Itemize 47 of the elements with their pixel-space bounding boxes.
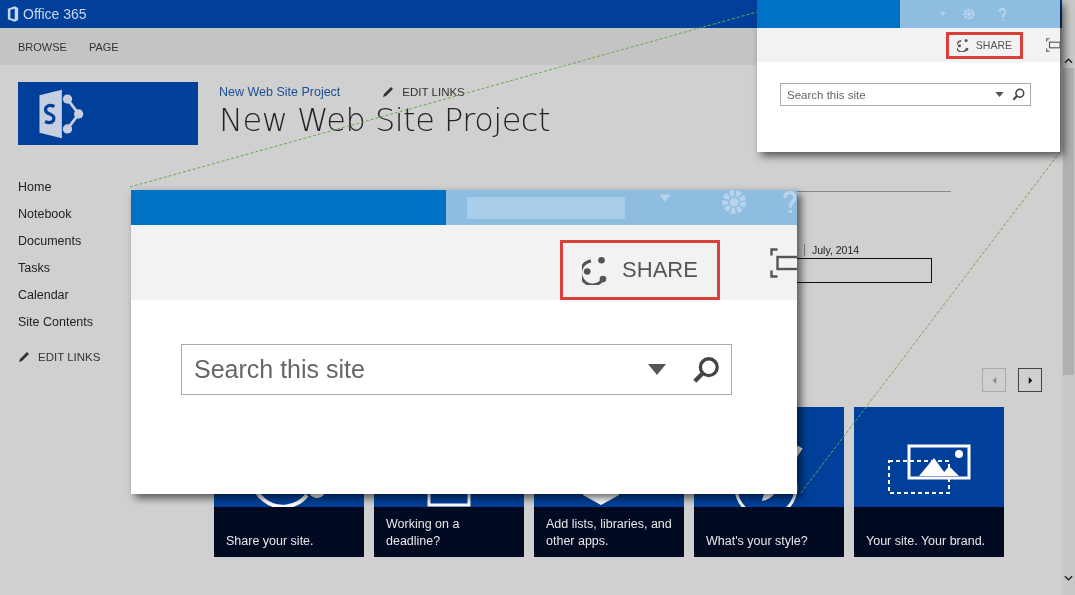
site-link[interactable]: New Web Site Project (219, 85, 341, 99)
nav-link[interactable]: Documents (18, 233, 82, 260)
nav-link[interactable]: Calendar (18, 287, 69, 314)
caret-icon (940, 12, 946, 16)
settings-icon (719, 190, 749, 217)
focus-icon[interactable] (770, 247, 797, 278)
ribbon-tab[interactable]: BROWSE (10, 36, 75, 57)
search-icon (692, 355, 720, 384)
settings-icon (962, 7, 976, 21)
tile-caption: Working on a deadline? (386, 516, 461, 550)
caret-icon (659, 193, 671, 202)
image-icon (887, 444, 971, 495)
share-button[interactable]: SHARE (945, 31, 1023, 59)
nav-link[interactable]: Home (18, 179, 52, 206)
help-icon (782, 190, 796, 213)
chevron-right-icon (1026, 376, 1034, 384)
share-button[interactable]: SHARE (560, 240, 720, 300)
caret-icon (995, 92, 1004, 97)
focus-icon[interactable] (1046, 38, 1060, 52)
pencil-icon (382, 86, 395, 98)
caret-icon (648, 364, 666, 375)
chevron-up-icon (1064, 58, 1073, 64)
brand-name: Office 365 (23, 6, 87, 22)
scroll-thumb[interactable] (1063, 68, 1074, 375)
nav-link[interactable]: Tasks (18, 260, 50, 287)
tile-caption: What's your style? (706, 533, 808, 550)
ribbon-tab[interactable]: PAGE (80, 36, 127, 57)
timeline-date: July, 2014 (812, 244, 860, 256)
office-logo-icon (7, 6, 19, 22)
nav-link[interactable]: Notebook (18, 206, 72, 233)
help-icon (998, 7, 1006, 21)
pencil-icon (18, 351, 30, 363)
chevron-down-icon (1064, 575, 1073, 581)
chevron-left-icon (990, 376, 998, 384)
search-icon (1012, 88, 1025, 101)
search-field[interactable]: Search this site (780, 83, 1031, 106)
tile-caption: Share your site. (226, 533, 314, 550)
tile-caption: Your site. Your brand. (866, 533, 986, 550)
edit-links-link[interactable]: EDIT LINKS (382, 86, 465, 98)
tile-caption: Add lists, libraries, and other apps. (546, 516, 672, 550)
search-field[interactable]: Search this site (181, 344, 732, 395)
next-button[interactable] (1018, 368, 1042, 392)
site-title: New Web Site Project (219, 101, 550, 139)
nav-link[interactable]: Site Contents (18, 314, 94, 341)
edit-links-link[interactable]: EDIT LINKS (18, 351, 101, 363)
share-icon (956, 38, 971, 52)
scrollbar[interactable] (1062, 0, 1075, 595)
